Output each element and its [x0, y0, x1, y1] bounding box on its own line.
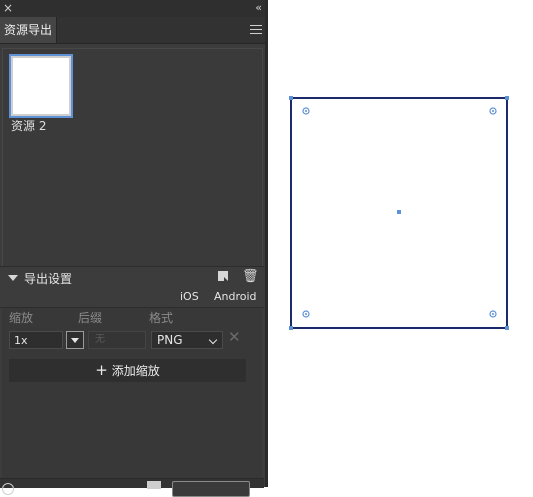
trash-icon[interactable]: 🗑: [242, 269, 259, 284]
close-icon[interactable]: ×: [3, 1, 13, 15]
remove-row-icon[interactable]: ✕: [228, 328, 241, 346]
corner-handle-tl: [289, 96, 293, 100]
export-settings-header[interactable]: 导出设置 🗑: [0, 266, 264, 289]
format-select[interactable]: PNG: [151, 331, 223, 349]
scale-column-header: 缩放: [9, 311, 34, 325]
asset-label[interactable]: 资源 2: [11, 117, 46, 134]
plus-icon: +: [95, 361, 108, 379]
format-column-header: 格式: [149, 311, 174, 325]
asset-export-panel: × ‹‹ 资源导出 资源 2 导出设置 🗑 iOS Android 缩放 后缀 …: [0, 0, 268, 497]
panel-tab-bar: 资源导出: [0, 17, 268, 44]
platform-row: iOS Android: [0, 289, 264, 308]
artboard[interactable]: [288, 95, 512, 331]
corner-handle-bl: [289, 326, 293, 330]
format-select-value: PNG: [157, 333, 183, 347]
platform-ios-link[interactable]: iOS: [180, 290, 199, 303]
export-button[interactable]: [172, 481, 250, 497]
suffix-input[interactable]: 无: [88, 331, 146, 349]
assets-grid: 资源 2: [2, 48, 263, 268]
corner-handle-br: [505, 326, 509, 330]
suffix-column-header: 后缀: [78, 311, 103, 325]
panel-edge: [265, 0, 268, 487]
scale-input[interactable]: 1x: [9, 331, 63, 349]
help-circle-icon[interactable]: [2, 483, 14, 495]
platform-android-link[interactable]: Android: [214, 290, 257, 303]
disclosure-triangle-icon[interactable]: [8, 275, 18, 281]
add-scale-label: 添加缩放: [111, 364, 160, 378]
panel-top-strip: × ‹‹: [0, 0, 268, 17]
collapse-panel-icon[interactable]: ‹‹: [255, 1, 262, 15]
artboard-selection: [289, 96, 509, 330]
tab-asset-export[interactable]: 资源导出: [0, 17, 57, 43]
center-point: [397, 210, 401, 214]
chevron-down-icon: [208, 335, 218, 345]
corner-handle-tr: [505, 96, 509, 100]
asset-thumbnail[interactable]: [9, 54, 73, 118]
launch-icon[interactable]: [147, 481, 161, 489]
export-settings-title: 导出设置: [24, 272, 73, 286]
export-icon[interactable]: [218, 271, 228, 281]
scale-dropdown-button[interactable]: [66, 331, 84, 349]
add-scale-button[interactable]: + 添加缩放: [9, 359, 246, 382]
hamburger-menu-icon[interactable]: [250, 25, 262, 35]
